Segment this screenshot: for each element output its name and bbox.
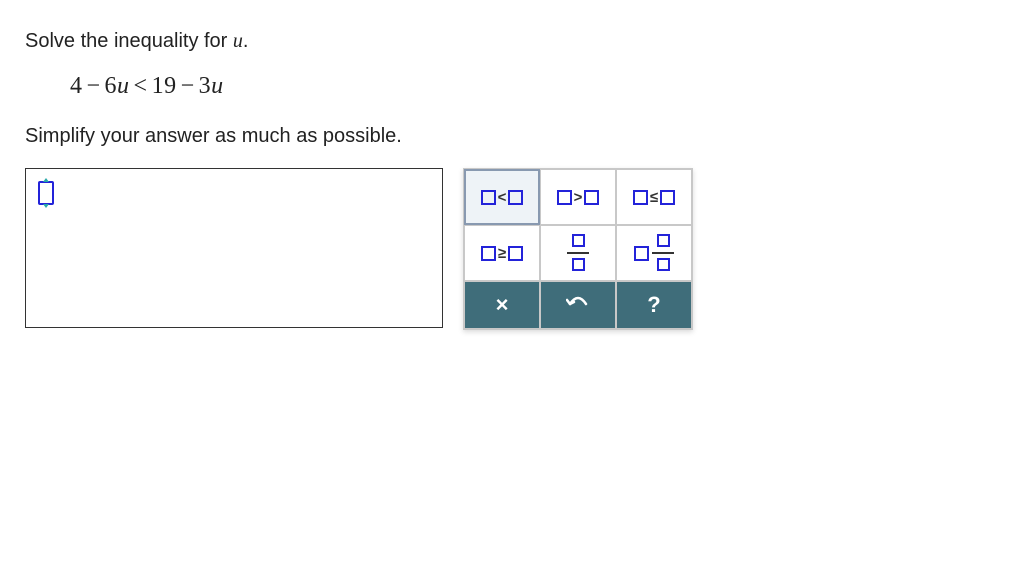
clear-icon: × (496, 292, 509, 318)
answer-input-box[interactable] (25, 168, 443, 328)
symbol-palette: < > ≤ ≥ (463, 168, 693, 330)
placeholder-box-icon (481, 246, 496, 261)
placeholder-box-icon (633, 190, 648, 205)
undo-icon (566, 292, 590, 318)
undo-button[interactable] (540, 281, 616, 329)
mixed-number-template[interactable] (616, 225, 692, 281)
mixed-fraction-icon (634, 231, 674, 275)
less-than-template[interactable]: < (464, 169, 540, 225)
less-equal-template[interactable]: ≤ (616, 169, 692, 225)
greater-than-template[interactable]: > (540, 169, 616, 225)
less-equal-icon: ≤ (650, 189, 658, 206)
placeholder-box-icon (557, 190, 572, 205)
clear-button[interactable]: × (464, 281, 540, 329)
help-icon: ? (647, 292, 660, 318)
placeholder-box-icon (657, 258, 670, 271)
placeholder-box-icon (584, 190, 599, 205)
placeholder-box-icon (508, 246, 523, 261)
fraction-icon (567, 231, 589, 275)
placeholder-box-icon (660, 190, 675, 205)
greater-equal-icon: ≥ (498, 245, 506, 262)
work-area: < > ≤ ≥ (25, 168, 999, 330)
input-cursor (38, 181, 54, 205)
instruction-text: Solve the inequality for u. (25, 30, 999, 53)
greater-equal-template[interactable]: ≥ (464, 225, 540, 281)
fraction-template[interactable] (540, 225, 616, 281)
help-button[interactable]: ? (616, 281, 692, 329)
placeholder-box-icon (508, 190, 523, 205)
sub-instruction-text: Simplify your answer as much as possible… (25, 125, 999, 148)
placeholder-box-icon (657, 234, 670, 247)
placeholder-box-icon (572, 234, 585, 247)
greater-than-icon: > (574, 189, 583, 206)
less-than-icon: < (498, 189, 507, 206)
placeholder-box-icon (634, 246, 649, 261)
placeholder-box-icon (481, 190, 496, 205)
placeholder-box-icon (572, 258, 585, 271)
inequality-equation: 4−6u<19−3u (70, 73, 999, 100)
